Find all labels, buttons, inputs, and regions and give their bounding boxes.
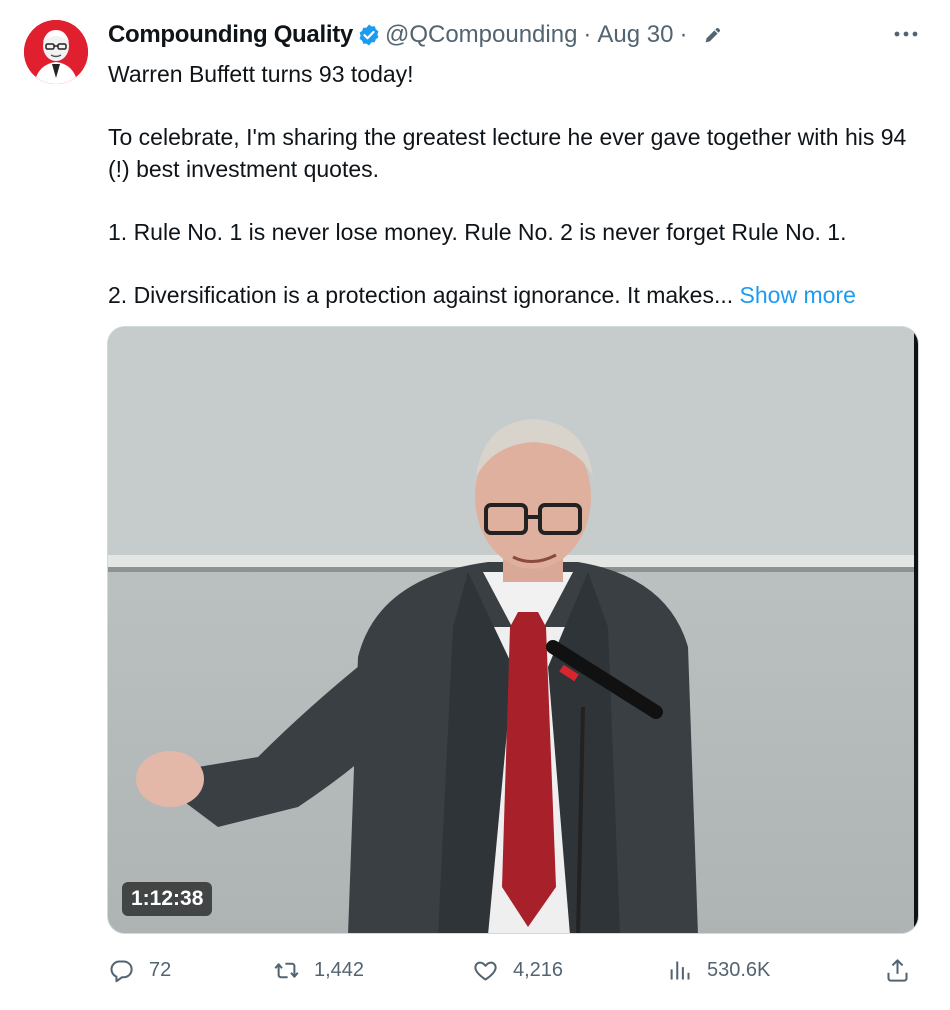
video-player[interactable]	[107, 326, 919, 934]
edited-pencil-icon[interactable]	[702, 24, 724, 46]
video-thumbnail	[108, 327, 918, 933]
like-count: 4,216	[513, 958, 564, 981]
author-name[interactable]: Compounding Quality	[108, 21, 353, 49]
tweet-line: 1. Rule No. 1 is never lose money. Rule …	[108, 219, 847, 245]
share-icon	[887, 958, 908, 982]
like-button[interactable]: 4,216	[472, 948, 563, 992]
tweet-text: Warren Buffett turns 93 today! To celebr…	[108, 58, 928, 311]
heart-icon	[474, 961, 497, 981]
views-button[interactable]: 530.6K	[666, 948, 770, 992]
show-more-link[interactable]: Show more	[740, 282, 856, 308]
tweet-line-truncated: 2. Diversification is a protection again…	[108, 279, 928, 311]
buffett-portrait-avatar	[24, 20, 88, 84]
tweet-date[interactable]: Aug 30	[597, 21, 673, 49]
views-count: 530.6K	[707, 958, 771, 981]
reply-count: 72	[149, 958, 172, 981]
video-duration-badge: 1:12:38	[122, 882, 213, 916]
author-avatar[interactable]	[24, 20, 88, 84]
tweet-header: Compounding Quality @QCompounding · Aug …	[108, 18, 724, 52]
retweet-icon	[274, 962, 299, 978]
author-handle[interactable]: @QCompounding	[385, 21, 577, 49]
share-button[interactable]	[884, 948, 911, 992]
views-chart-icon	[670, 961, 690, 979]
truncated-text: 2. Diversification is a protection again…	[108, 282, 734, 308]
retweet-button[interactable]: 1,442	[273, 948, 364, 992]
more-options-icon[interactable]	[892, 22, 920, 46]
tweet-line: Warren Buffett turns 93 today!	[108, 61, 414, 87]
tweet-action-bar: 72 1,442 4,216 530.6K	[108, 948, 920, 992]
retweet-count: 1,442	[314, 958, 365, 981]
separator-dot: ·	[679, 21, 688, 48]
separator-dot: ·	[583, 21, 592, 48]
tweet-line: To celebrate, I'm sharing the greatest l…	[108, 124, 907, 182]
reply-button[interactable]: 72	[108, 948, 171, 992]
reply-icon	[110, 959, 133, 982]
verified-badge-icon[interactable]	[357, 23, 381, 47]
